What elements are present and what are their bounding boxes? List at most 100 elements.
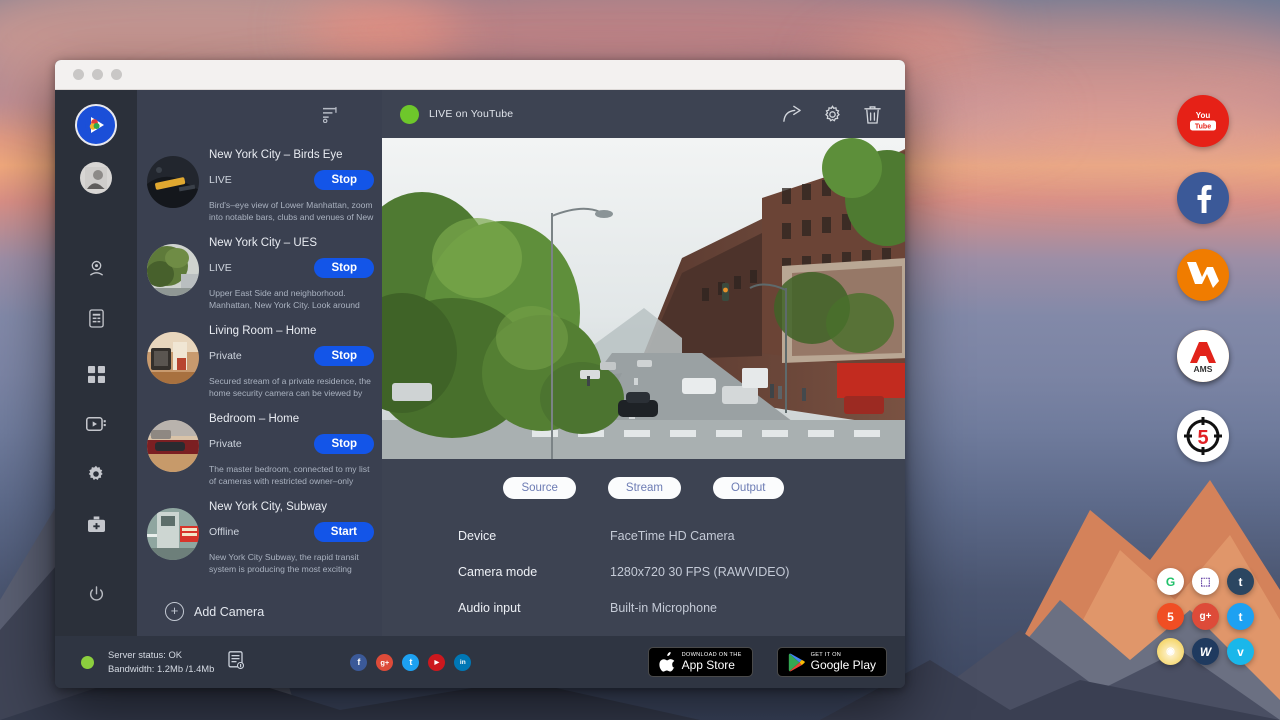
desktop-icon-red5-small[interactable]: 5 bbox=[1157, 603, 1184, 630]
desktop-icon-wowza-2[interactable] bbox=[1177, 249, 1229, 301]
thumbnail-subway bbox=[147, 508, 199, 560]
desktop-icon-sunrise[interactable]: ◉ bbox=[1157, 638, 1184, 665]
camera-list[interactable]: New York City – Birds Eye LIVE Stop Bird… bbox=[137, 138, 382, 636]
facebook-icon[interactable]: f bbox=[350, 654, 367, 671]
camera-action-button[interactable]: Stop bbox=[314, 434, 374, 454]
window-minimize-button[interactable] bbox=[92, 69, 103, 80]
camera-list-column: New York City – Birds Eye LIVE Stop Bird… bbox=[137, 90, 382, 636]
camera-thumbnail bbox=[147, 156, 199, 208]
video-preview[interactable] bbox=[382, 138, 905, 459]
desktop-icon-facebook[interactable] bbox=[1177, 172, 1229, 224]
rail-item-list[interactable] bbox=[74, 296, 118, 340]
thumbnail-living-room bbox=[147, 332, 199, 384]
desktop-icon-tumblr[interactable]: t bbox=[1227, 568, 1254, 595]
camera-list-toolbar bbox=[137, 90, 382, 138]
camera-action-button[interactable]: Stop bbox=[314, 170, 374, 190]
plus-icon: + bbox=[165, 602, 184, 621]
app-store-badge[interactable]: Download on the App Store bbox=[648, 647, 753, 677]
desktop-icon-twitch[interactable]: ⬚ bbox=[1192, 568, 1219, 595]
svg-text:You: You bbox=[1196, 111, 1211, 120]
camera-description: The master bedroom, connected to my list… bbox=[209, 463, 374, 488]
tab-source[interactable]: Source bbox=[503, 477, 575, 499]
google-play-badge[interactable]: Get it on Google Play bbox=[777, 647, 887, 677]
log-button[interactable] bbox=[228, 651, 244, 674]
camera-title: Living Room – Home bbox=[209, 325, 374, 337]
camera-description: Secured stream of a private residence, t… bbox=[209, 375, 374, 400]
detail-row-device: Device FaceTime HD Camera bbox=[458, 529, 905, 543]
detail-value[interactable]: Built-in Microphone bbox=[610, 601, 717, 615]
delete-button[interactable] bbox=[857, 99, 887, 129]
camera-list-item[interactable]: Bedroom – Home Private Stop The master b… bbox=[137, 404, 382, 492]
desktop-icon-twitter-small[interactable]: t bbox=[1227, 603, 1254, 630]
linkedin-icon[interactable]: in bbox=[454, 654, 471, 671]
camera-state: Private bbox=[209, 438, 242, 450]
rail-item-settings[interactable] bbox=[74, 452, 118, 496]
desktop-icon-vimeo[interactable]: v bbox=[1227, 638, 1254, 665]
tab-output[interactable]: Output bbox=[713, 477, 784, 499]
settings-tabs[interactable]: Source Stream Output bbox=[382, 459, 905, 503]
main-toolbar: LIVE on YouTube bbox=[382, 90, 905, 138]
twitter-icon[interactable]: t bbox=[402, 654, 419, 671]
youtube-icon[interactable]: ▶ bbox=[428, 654, 445, 671]
social-links[interactable]: f g+ t ▶ in bbox=[350, 654, 471, 671]
add-camera-button[interactable]: + Add Camera bbox=[137, 580, 382, 621]
camera-status-row: Private Stop bbox=[209, 346, 374, 366]
camera-thumbnail bbox=[147, 244, 199, 296]
camera-thumbnail bbox=[147, 420, 199, 472]
gear-icon bbox=[823, 105, 842, 124]
list-icon bbox=[88, 309, 105, 328]
sort-filter-icon[interactable] bbox=[323, 106, 340, 123]
camera-action-button[interactable]: Stop bbox=[314, 346, 374, 366]
thumbnail-green-park bbox=[147, 244, 199, 296]
svg-text:AMS: AMS bbox=[1194, 364, 1213, 374]
desktop-icon-groups[interactable]: G bbox=[1157, 568, 1184, 595]
share-button[interactable] bbox=[777, 99, 807, 129]
camera-list-item[interactable]: New York City – Birds Eye LIVE Stop Bird… bbox=[137, 140, 382, 228]
detail-value[interactable]: FaceTime HD Camera bbox=[610, 529, 735, 543]
tab-stream[interactable]: Stream bbox=[608, 477, 681, 499]
rail-item-power[interactable] bbox=[74, 572, 118, 616]
app-store-main: App Store bbox=[682, 659, 742, 672]
desktop-icon-adobe-ams[interactable]: AMS bbox=[1177, 330, 1229, 382]
camera-list-item[interactable]: New York City, Subway Offline Start New … bbox=[137, 492, 382, 580]
add-camera-icon bbox=[87, 516, 106, 533]
camera-description: Upper East Side and neighborhood. Manhat… bbox=[209, 287, 374, 312]
app-body: New York City – Birds Eye LIVE Stop Bird… bbox=[55, 90, 905, 636]
detail-value[interactable]: 1280x720 30 FPS (RAWVIDEO) bbox=[610, 565, 789, 579]
window-maximize-button[interactable] bbox=[111, 69, 122, 80]
user-avatar[interactable] bbox=[80, 162, 112, 194]
svg-text:5: 5 bbox=[1197, 427, 1208, 449]
app-window: New York City – Birds Eye LIVE Stop Bird… bbox=[55, 60, 905, 688]
camera-action-button[interactable]: Stop bbox=[314, 258, 374, 278]
window-close-button[interactable] bbox=[73, 69, 84, 80]
youtube-icon: You Tube bbox=[1186, 108, 1220, 134]
apple-icon bbox=[659, 652, 676, 672]
camera-info: New York City – UES LIVE Stop Upper East… bbox=[209, 234, 374, 312]
rail-item-media[interactable] bbox=[74, 402, 118, 446]
desktop-icon-red5[interactable]: 5 bbox=[1177, 410, 1229, 462]
camera-list-item[interactable]: Living Room – Home Private Stop Secured … bbox=[137, 316, 382, 404]
camera-action-button[interactable]: Start bbox=[314, 522, 374, 542]
camera-status-row: LIVE Stop bbox=[209, 258, 374, 278]
camera-info: New York City – Birds Eye LIVE Stop Bird… bbox=[209, 146, 374, 224]
google-play-icon bbox=[788, 653, 805, 672]
rail-item-grid[interactable] bbox=[74, 352, 118, 396]
desktop-icon-wordpress[interactable]: W bbox=[1192, 638, 1219, 665]
desktop-icon-youtube[interactable]: You Tube bbox=[1177, 95, 1229, 147]
bandwidth-line: Bandwidth: 1.2Mb /1.4Mb bbox=[108, 662, 214, 676]
camera-status-row: Offline Start bbox=[209, 522, 374, 542]
camera-state: LIVE bbox=[209, 174, 232, 186]
share-icon bbox=[782, 105, 802, 123]
app-logo[interactable] bbox=[75, 104, 117, 146]
google-plus-icon[interactable]: g+ bbox=[376, 654, 393, 671]
settings-button[interactable] bbox=[817, 99, 847, 129]
camera-info: Bedroom – Home Private Stop The master b… bbox=[209, 410, 374, 488]
video-frame bbox=[382, 138, 905, 459]
rail-item-cameras[interactable] bbox=[74, 246, 118, 290]
rail-item-add[interactable] bbox=[74, 502, 118, 546]
adobe-ams-icon: AMS bbox=[1183, 337, 1223, 375]
camera-list-item[interactable]: New York City – UES LIVE Stop Upper East… bbox=[137, 228, 382, 316]
desktop-icon-google-plus-small[interactable]: g+ bbox=[1192, 603, 1219, 630]
play-logo-icon bbox=[84, 113, 108, 137]
log-document-icon bbox=[228, 651, 244, 669]
